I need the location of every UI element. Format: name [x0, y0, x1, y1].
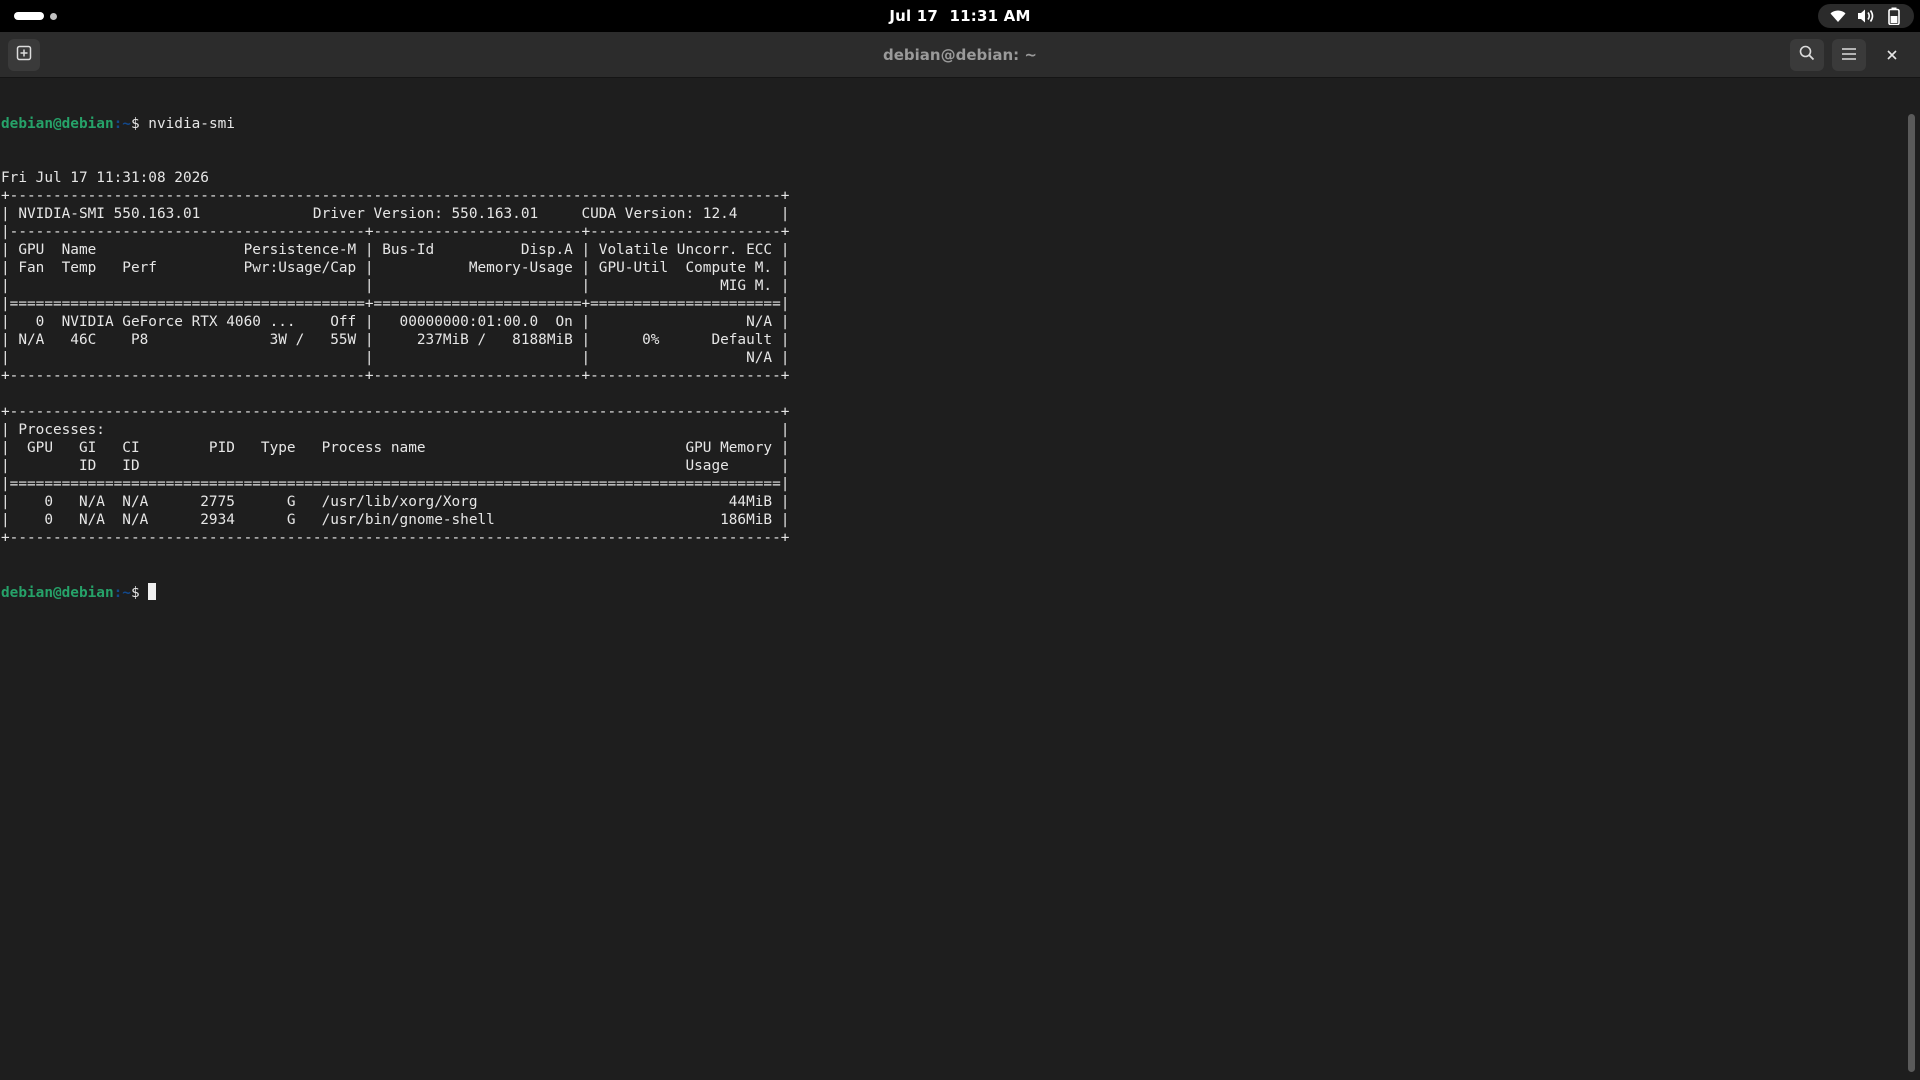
output-line: | 0 NVIDIA GeForce RTX 4060 ... Off | 00…	[1, 314, 790, 330]
prompt-user: debian@debian	[1, 585, 114, 601]
output-line: | GPU Name Persistence-M | Bus-Id Disp.A…	[1, 242, 790, 258]
output-line: +---------------------------------------…	[1, 368, 790, 384]
output-line: +---------------------------------------…	[1, 404, 790, 420]
battery-icon	[1884, 6, 1904, 26]
close-icon	[1886, 46, 1898, 65]
close-button[interactable]	[1880, 43, 1904, 67]
command-output: Fri Jul 17 11:31:08 2026 +---------------…	[1, 169, 1904, 547]
clock-time: 11:31 AM	[949, 7, 1031, 25]
output-line: | ID ID Usage |	[1, 458, 790, 474]
terminal-content[interactable]: debian@debian:~$ nvidia-smi Fri Jul 17 1…	[0, 79, 1904, 1080]
output-line: +---------------------------------------…	[1, 188, 790, 204]
text-cursor	[148, 583, 157, 600]
output-line: | 0 N/A N/A 2775 G /usr/lib/xorg/Xorg 44…	[1, 494, 790, 510]
output-line: | N/A 46C P8 3W / 55W | 237MiB / 8188MiB…	[1, 332, 790, 348]
clock[interactable]: Jul 17 11:31 AM	[0, 0, 1920, 32]
prompt-path: :~	[113, 585, 131, 601]
output-line: | Processes: |	[1, 422, 790, 438]
output-line: | 0 N/A N/A 2934 G /usr/bin/gnome-shell …	[1, 512, 790, 528]
clock-date: Jul 17	[889, 7, 939, 25]
search-button[interactable]	[1790, 39, 1824, 71]
output-line: | | | MIG M. |	[1, 278, 790, 294]
prompt-path: :~	[113, 116, 131, 132]
output-line: +---------------------------------------…	[1, 530, 790, 546]
output-line: | | | N/A |	[1, 350, 790, 366]
window-title: debian@debian: ~	[883, 46, 1037, 64]
volume-icon	[1856, 6, 1876, 26]
command-text: nvidia-smi	[148, 116, 235, 132]
prompt-symbol: $	[130, 116, 149, 132]
top-bar: Jul 17 11:31 AM	[0, 0, 1920, 32]
output-line: | GPU GI CI PID Type Process name GPU Me…	[1, 440, 790, 456]
system-menu[interactable]	[1818, 4, 1914, 28]
prompt-user: debian@debian	[1, 116, 114, 132]
output-line: |=======================================…	[1, 296, 790, 312]
main-menu-button[interactable]	[1832, 39, 1866, 71]
wifi-icon	[1828, 6, 1848, 26]
search-icon	[1799, 45, 1815, 65]
scrollbar[interactable]	[1908, 114, 1915, 1072]
output-line: | Fan Temp Perf Pwr:Usage/Cap | Memory-U…	[1, 260, 790, 276]
output-line: | NVIDIA-SMI 550.163.01 Driver Version: …	[1, 206, 790, 222]
output-line: Fri Jul 17 11:31:08 2026	[1, 170, 209, 186]
header-bar: debian@debian: ~	[0, 32, 1920, 78]
hamburger-menu-icon	[1841, 46, 1857, 65]
output-line: |---------------------------------------…	[1, 224, 790, 240]
prompt-symbol: $	[130, 585, 149, 601]
current-prompt-line[interactable]: debian@debian:~$	[1, 583, 1904, 601]
terminal-window: debian@debian: ~ debian@debian:~$ nvidia…	[0, 32, 1920, 1080]
command-line: debian@debian:~$ nvidia-smi	[1, 115, 1904, 133]
output-line: |=======================================…	[1, 476, 790, 492]
